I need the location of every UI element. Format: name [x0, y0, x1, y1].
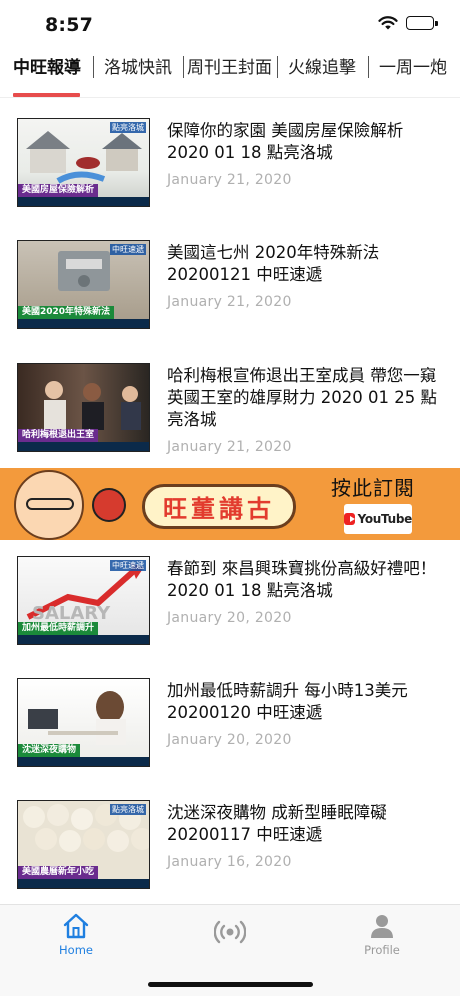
article-thumbnail: 點亮洛城 美國農曆新年小吃: [17, 800, 150, 889]
list-item[interactable]: 沈迷深夜購物 加州最低時薪調升 每小時13美元 20200120 中旺速遞 Ja…: [0, 678, 460, 778]
thumbnail-banner: 美國農曆新年小吃: [18, 866, 99, 879]
youtube-icon: [344, 513, 355, 525]
article-thumbnail: 中旺速遞 美國2020年特殊新法: [17, 240, 150, 329]
home-indicator: [148, 982, 313, 987]
ad-title: 旺董講古: [142, 484, 296, 529]
tab-la-news[interactable]: 洛城快訊: [104, 56, 172, 80]
tab-weekly-cover[interactable]: 周刊王封面: [187, 56, 272, 80]
article-date: January 21, 2020: [167, 294, 292, 310]
article-thumbnail: 哈利梅根退出王室: [17, 363, 150, 452]
list-item[interactable]: 點亮洛城 美國房屋保險解析 保障你的家園 美國房屋保險解析 2020 01 18…: [0, 118, 460, 218]
mascot-icon: [92, 488, 126, 522]
tab-separator: [368, 56, 369, 78]
broadcast-icon: [214, 920, 246, 944]
category-tabs: 中旺報導 洛城快訊 周刊王封面 火線追擊 一周一炮: [0, 50, 460, 98]
thumbnail-subline: [18, 879, 149, 888]
tab-separator: [93, 56, 94, 78]
list-item[interactable]: 點亮洛城 美國農曆新年小吃 沈迷深夜購物 成新型睡眠障礙 20200117 中旺…: [0, 800, 460, 900]
nav-home-label: Home: [59, 943, 93, 957]
thumbnail-banner: 美國2020年特殊新法: [18, 306, 115, 319]
article-thumbnail: 點亮洛城 美國房屋保險解析: [17, 118, 150, 207]
status-icons: [378, 16, 438, 30]
nav-live[interactable]: [180, 913, 280, 945]
article-title: 加州最低時薪調升 每小時13美元 20200120 中旺速遞: [167, 681, 408, 722]
thumbnail-subline: [18, 635, 149, 644]
battery-icon: [406, 16, 438, 30]
divider: [0, 97, 460, 98]
list-item[interactable]: 哈利梅根退出王室 哈利梅根宣佈退出王室成員 帶您一窺英國王室的雄厚財力 2020…: [0, 363, 460, 463]
article-title: 保障你的家園 美國房屋保險解析 2020 01 18 點亮洛城: [167, 121, 404, 162]
status-bar: 8:57: [0, 0, 460, 44]
article-thumbnail: 沈迷深夜購物: [17, 678, 150, 767]
host-caricature: [14, 470, 84, 540]
thumbnail-subline: [18, 319, 149, 328]
article-date: January 20, 2020: [167, 732, 292, 748]
article-date: January 21, 2020: [167, 439, 292, 455]
tab-separator: [277, 56, 278, 78]
svg-text:SALARY: SALARY: [32, 603, 111, 624]
channel-logo: 中旺速遞: [110, 560, 146, 571]
status-time: 8:57: [45, 14, 94, 36]
article-title: 美國這七州 2020年特殊新法 20200121 中旺速遞: [167, 243, 380, 284]
article-thumbnail: SALARY 中旺速遞 加州最低時薪調升: [17, 556, 150, 645]
article-date: January 20, 2020: [167, 610, 292, 626]
youtube-label: YouTube: [357, 512, 413, 526]
profile-icon: [371, 915, 393, 938]
nav-profile[interactable]: Profile: [332, 913, 432, 957]
home-icon: [63, 913, 89, 939]
tab-zhongwang-report[interactable]: 中旺報導: [13, 56, 81, 80]
tab-weekly-shot[interactable]: 一周一炮: [379, 56, 447, 80]
thumbnail-banner: 沈迷深夜購物: [18, 744, 81, 757]
nav-home[interactable]: Home: [26, 913, 126, 957]
article-date: January 21, 2020: [167, 172, 292, 188]
tab-frontline[interactable]: 火線追擊: [288, 56, 356, 80]
thumbnail-subline: [18, 757, 149, 766]
thumbnail-banner: 加州最低時薪調升: [18, 622, 99, 635]
thumbnail-banner: 美國房屋保險解析: [18, 184, 99, 197]
channel-logo: 點亮洛城: [110, 804, 146, 815]
thumbnail-banner: 哈利梅根退出王室: [18, 429, 99, 442]
article-title: 哈利梅根宣佈退出王室成員 帶您一窺英國王室的雄厚財力 2020 01 25 點亮…: [167, 366, 437, 429]
thumbnail-subline: [18, 197, 149, 206]
subscribe-ad-banner[interactable]: 旺董講古 按此訂閱 YouTube: [0, 468, 460, 540]
subscribe-label: 按此訂閱: [331, 476, 415, 500]
youtube-button[interactable]: YouTube: [344, 504, 412, 534]
nav-profile-label: Profile: [364, 943, 400, 957]
channel-logo: 中旺速遞: [110, 244, 146, 255]
list-item[interactable]: SALARY 中旺速遞 加州最低時薪調升 春節到 來昌興珠寶挑份高級好禮吧！ 2…: [0, 556, 460, 656]
thumbnail-subline: [18, 442, 149, 451]
channel-logo: 點亮洛城: [110, 122, 146, 133]
article-date: January 16, 2020: [167, 854, 292, 870]
article-title: 春節到 來昌興珠寶挑份高級好禮吧！ 2020 01 18 點亮洛城: [167, 559, 437, 600]
wifi-icon: [378, 16, 398, 30]
list-item[interactable]: 中旺速遞 美國2020年特殊新法 美國這七州 2020年特殊新法 2020012…: [0, 240, 460, 340]
article-title: 沈迷深夜購物 成新型睡眠障礙 20200117 中旺速遞: [167, 803, 387, 844]
tab-separator: [183, 56, 184, 78]
